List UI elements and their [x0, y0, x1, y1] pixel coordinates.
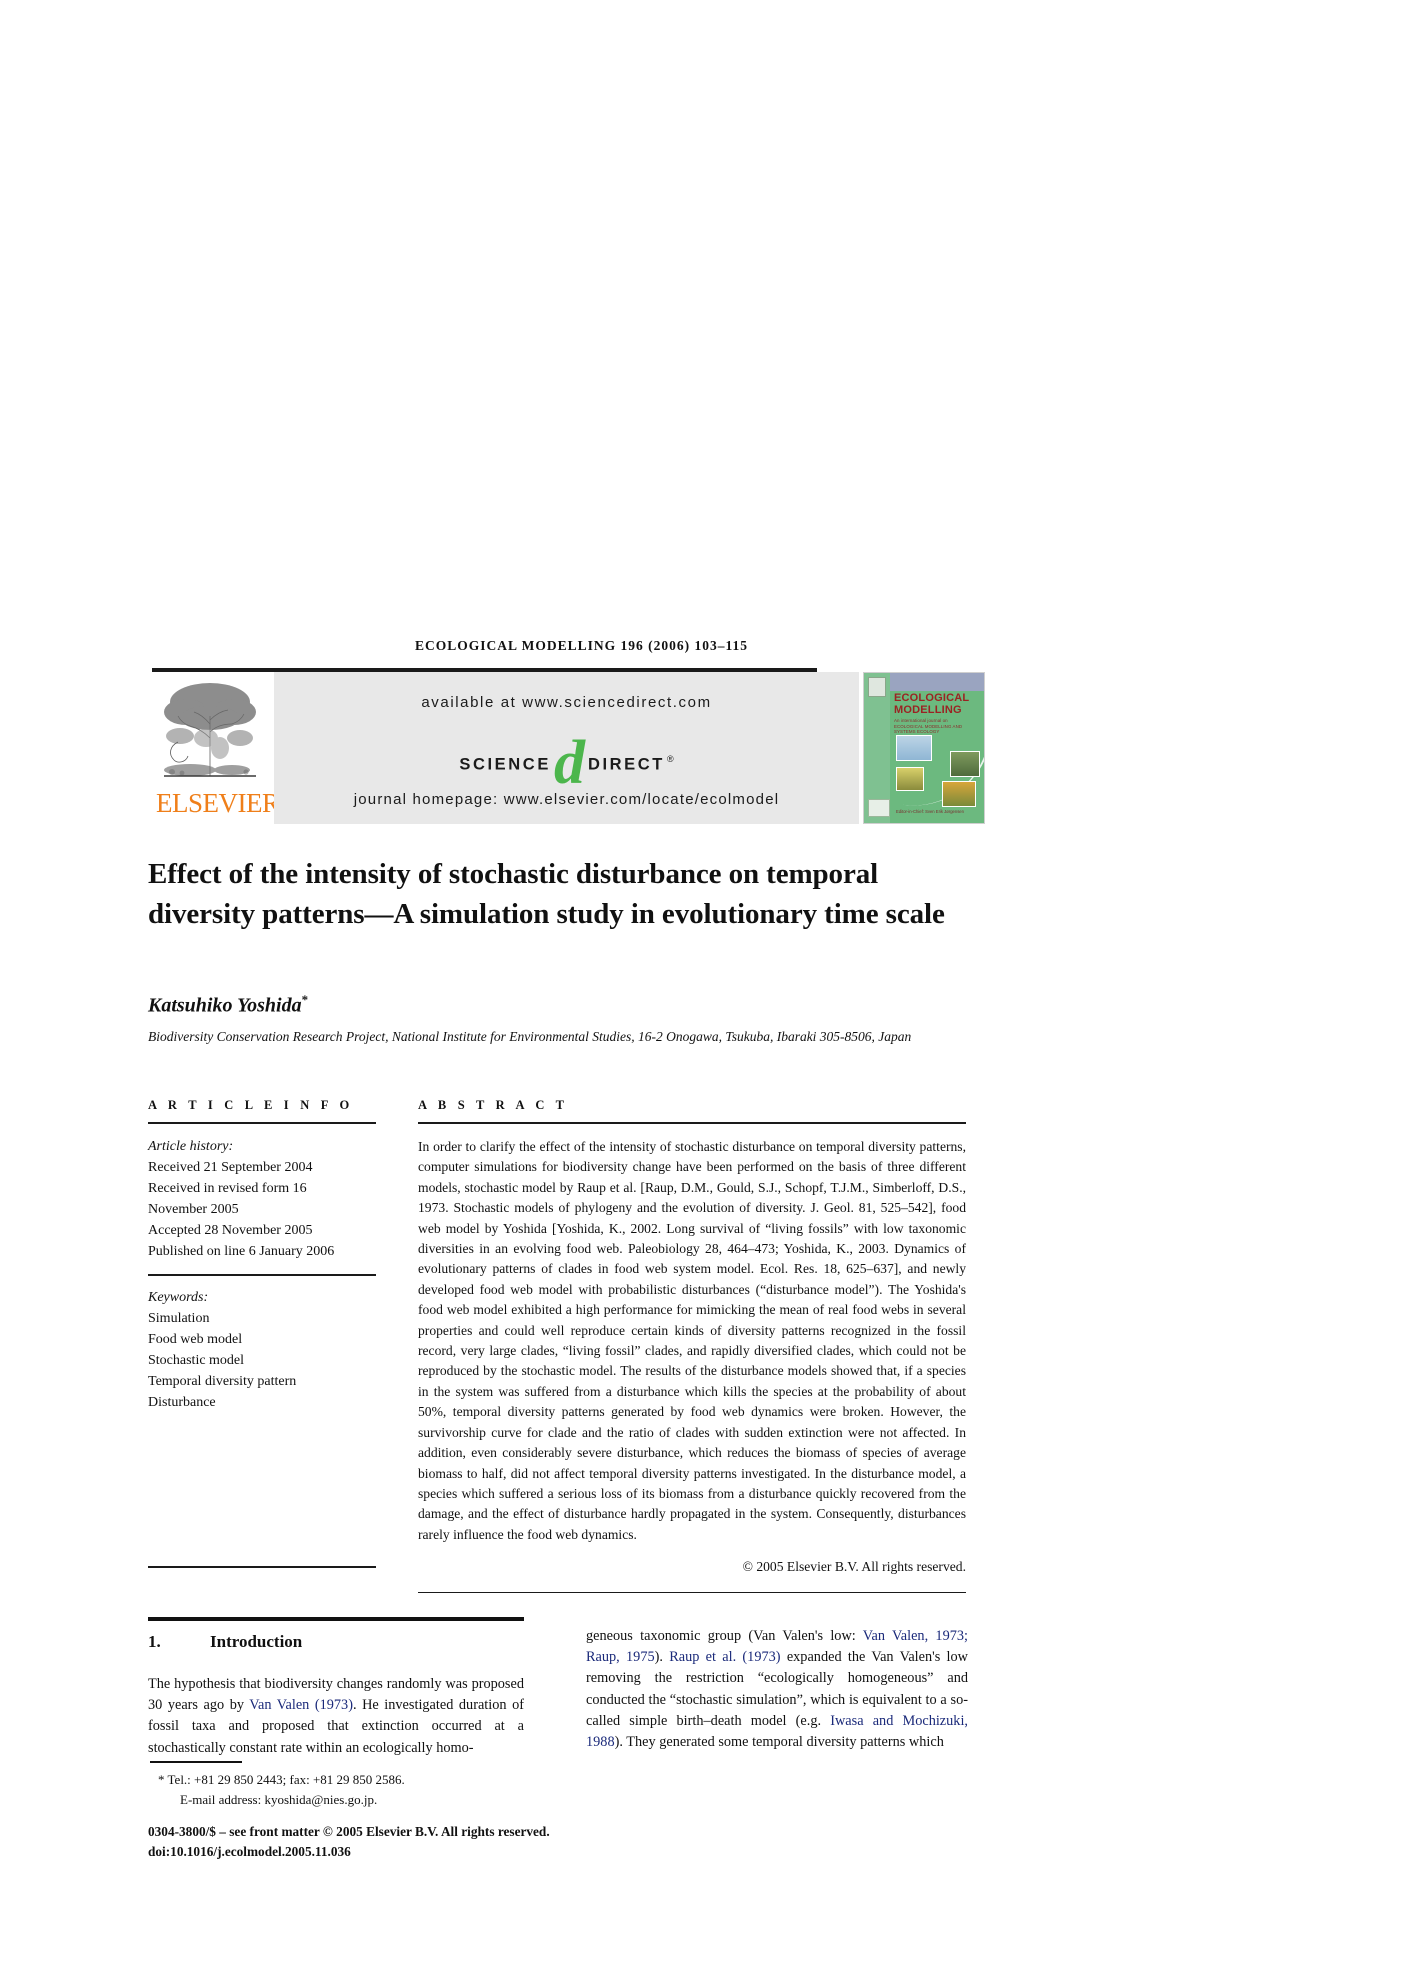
intro-right-part1: geneous taxonomic group (Van Valen's low… — [586, 1628, 863, 1644]
sciencedirect-logo: SCIENCEd DIRECT ® — [274, 732, 859, 794]
abstract-heading: A B S T R A C T — [418, 1098, 569, 1112]
article-history-line: Accepted 28 November 2005 — [148, 1223, 313, 1238]
cover-photo-birds — [896, 735, 932, 761]
article-history-line: Received in revised form 16 — [148, 1181, 307, 1196]
abstract-bottom-divider — [418, 1591, 966, 1594]
masthead: ELSEVIER available at www.sciencedirect.… — [152, 672, 985, 824]
intro-right-part2: ). — [654, 1649, 670, 1666]
cover-footer-text: Editor-in-Chief: Sven Erik Jørgensen — [896, 809, 964, 814]
cover-title-line2: MODELLING — [894, 703, 962, 716]
abstract-divider — [418, 1122, 966, 1124]
article-info-divider — [148, 1122, 376, 1124]
citation-link-van-valen-1973[interactable]: Van Valen (1973) — [249, 1697, 353, 1713]
imprint-doi: doi:10.1016/j.ecolmodel.2005.11.036 — [148, 1843, 351, 1859]
footnote-block: * Tel.: +81 29 850 2443; fax: +81 29 850… — [150, 1770, 570, 1809]
author-footnote-marker: * — [301, 992, 309, 1007]
author-name: Katsuhiko Yoshida* — [148, 992, 308, 1018]
keyword-item: Simulation — [148, 1310, 210, 1326]
footnote-rule — [150, 1761, 242, 1763]
citation-link-raup-et-al-1973[interactable]: Raup et al. (1973) — [669, 1649, 780, 1665]
available-at-text: available at www.sciencedirect.com — [421, 694, 712, 711]
author-name-text: Katsuhiko Yoshida — [148, 994, 302, 1017]
article-info-column: A R T I C L E I N F O Article history: R… — [148, 1098, 376, 1413]
article-history-label: Article history: — [148, 1139, 234, 1154]
cover-photo-people — [950, 751, 980, 777]
keyword-item: Stochastic model — [148, 1352, 245, 1368]
sciencedirect-d-icon: d — [553, 728, 585, 797]
sciencedirect-banner: available at www.sciencedirect.com SCIEN… — [274, 672, 859, 824]
elsevier-logo-block: ELSEVIER — [152, 672, 280, 824]
body-column-right: geneous taxonomic group (Van Valen's low… — [586, 1626, 968, 1753]
abstract-text: In order to clarify the effect of the in… — [418, 1139, 966, 1542]
footnote-tel-text: Tel.: +81 29 850 2443; fax: +81 29 850 2… — [167, 1772, 405, 1787]
article-info-bottom-divider — [148, 1566, 376, 1568]
journal-article-page: ECOLOGICAL MODELLING 196 (2006) 103–115 — [0, 0, 1403, 1985]
keyword-item: Temporal diversity pattern — [148, 1373, 297, 1389]
article-history-line: Received 21 September 2004 — [148, 1160, 313, 1175]
elsevier-wordmark: ELSEVIER — [156, 788, 280, 818]
running-head: ECOLOGICAL MODELLING 196 (2006) 103–115 — [415, 638, 749, 653]
cover-title-line1: ECOLOGICAL — [894, 692, 970, 704]
cover-photo-sunflower — [942, 781, 976, 807]
page-title: Effect of the intensity of stochastic di… — [148, 858, 945, 930]
imprint-front-matter: 0304-3800/$ – see front matter © 2005 El… — [148, 1824, 550, 1839]
cover-elsevier-mark-icon — [868, 677, 886, 697]
keyword-item: Food web model — [148, 1331, 243, 1347]
footnote-marker: * — [158, 1772, 165, 1787]
elsevier-tree-icon — [160, 676, 260, 786]
keywords-divider — [148, 1274, 376, 1276]
author-affiliation: Biodiversity Conservation Research Proje… — [148, 1029, 912, 1044]
body-column-left: The hypothesis that biodiversity changes… — [148, 1674, 524, 1759]
keywords-label: Keywords: — [148, 1289, 209, 1305]
footnote-tel-line: * Tel.: +81 29 850 2443; fax: +81 29 850… — [150, 1770, 570, 1790]
sciencedirect-science-word: SCIENCE — [459, 755, 551, 774]
introduction-heading: 1. Introduction — [148, 1632, 302, 1652]
sciencedirect-direct-word: DIRECT — [587, 755, 665, 774]
article-info-heading: A R T I C L E I N F O — [148, 1098, 354, 1112]
article-history-line: November 2005 — [148, 1202, 239, 1217]
cover-photo-butterfly — [896, 767, 924, 791]
cover-society-logo-icon — [868, 799, 890, 817]
cover-title: ECOLOGICAL MODELLING — [894, 692, 970, 716]
introduction-number: 1. — [148, 1632, 161, 1651]
footnote-email-line: E-mail address: kyoshida@nies.go.jp. — [180, 1791, 378, 1807]
keyword-item: Disturbance — [148, 1394, 216, 1410]
article-history-line: Published on line 6 January 2006 — [148, 1244, 335, 1259]
registered-trademark-icon: ® — [666, 754, 674, 764]
imprint-block: 0304-3800/$ – see front matter © 2005 El… — [148, 1822, 578, 1861]
abstract-column: A B S T R A C T In order to clarify the … — [418, 1098, 966, 1594]
abstract-copyright: © 2005 Elsevier B.V. All rights reserved… — [742, 1559, 966, 1575]
introduction-rule — [148, 1617, 524, 1621]
intro-right-part4: ). They generated some temporal diversit… — [614, 1734, 944, 1751]
introduction-heading-text: Introduction — [210, 1632, 303, 1651]
journal-cover-thumbnail: ECOLOGICAL MODELLING An international jo… — [863, 672, 985, 824]
cover-top-band — [890, 673, 984, 691]
journal-homepage-text: journal homepage: www.elsevier.com/locat… — [353, 791, 780, 808]
